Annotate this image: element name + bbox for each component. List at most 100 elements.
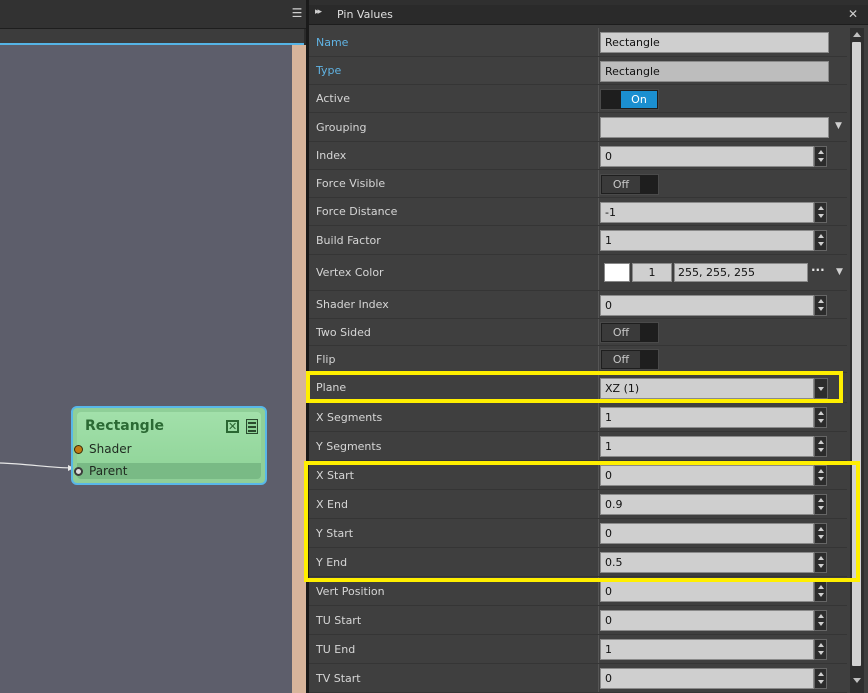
numeric-input[interactable]: 0.5 <box>600 552 814 573</box>
property-label: TU End <box>316 643 356 656</box>
canvas-tab-strip <box>0 29 304 45</box>
chevron-down-icon[interactable]: ▼ <box>835 121 844 131</box>
property-label: Name <box>316 36 349 49</box>
property-label: Vert Position <box>316 585 385 598</box>
property-row: Flip Off <box>309 346 847 373</box>
numeric-input[interactable]: 1 <box>600 639 814 660</box>
column-divider <box>598 577 599 605</box>
scroll-down-icon[interactable] <box>853 678 861 683</box>
property-scrollbar[interactable] <box>850 28 864 693</box>
property-row: Shader Index 0 <box>309 291 847 319</box>
pin-connector-icon[interactable] <box>74 467 83 476</box>
more-icon[interactable]: ··· <box>811 263 825 277</box>
column-divider <box>598 606 599 634</box>
rectangle-node[interactable]: Rectangle ✕ Shader Parent <box>71 406 267 485</box>
spinner-arrows-icon[interactable] <box>814 436 827 457</box>
pin-values-panel: ▸▸ Pin Values ✕ Name Rectangle Type Rectang… <box>309 0 868 693</box>
column-divider <box>598 255 599 290</box>
numeric-input[interactable]: 1 <box>600 436 814 457</box>
property-label: Shader Index <box>316 298 389 311</box>
numeric-input[interactable]: 0 <box>600 668 814 689</box>
column-divider <box>598 490 599 518</box>
property-label: Grouping <box>316 121 367 134</box>
toggle-switch[interactable]: Off <box>600 322 659 343</box>
toggle-switch[interactable]: Off <box>600 349 659 370</box>
property-label: Plane <box>316 381 347 394</box>
property-label: Y End <box>316 556 348 569</box>
property-row: Type Rectangle <box>309 57 847 85</box>
column-divider <box>598 28 599 56</box>
property-row: Force Distance -1 <box>309 198 847 226</box>
chevron-down-icon[interactable]: ▼ <box>836 267 845 277</box>
text-input[interactable]: Rectangle <box>600 32 829 53</box>
alpha-input[interactable]: 1 <box>632 263 672 282</box>
spinner-arrows-icon[interactable] <box>814 668 827 689</box>
collapse-icon[interactable]: ▸▸ <box>315 7 322 17</box>
spinner-arrows-icon[interactable] <box>814 494 827 515</box>
grouping-select[interactable] <box>600 117 829 138</box>
panel-title: Pin Values <box>337 8 393 21</box>
numeric-input[interactable]: 0 <box>600 581 814 602</box>
pin-label: Parent <box>89 464 128 478</box>
scroll-up-icon[interactable] <box>853 32 861 37</box>
property-row: X End 0.9 <box>309 490 847 519</box>
property-row: Active On <box>309 85 847 113</box>
panel-header: ▸▸ Pin Values ✕ <box>309 5 868 25</box>
property-row: TU Start 0 <box>309 606 847 635</box>
pin-label: Shader <box>89 442 132 456</box>
column-divider <box>598 461 599 489</box>
column-divider <box>598 198 599 225</box>
chevron-down-icon[interactable] <box>814 378 828 399</box>
node-pin-shader[interactable]: Shader <box>74 439 261 459</box>
property-label: Type <box>316 64 342 77</box>
rgb-input[interactable]: 255, 255, 255 <box>674 263 808 282</box>
plane-select[interactable]: XZ (1) <box>600 378 814 399</box>
column-divider <box>598 664 599 692</box>
numeric-input[interactable]: 0 <box>600 465 814 486</box>
scroll-thumb[interactable] <box>852 42 861 666</box>
property-label: X Segments <box>316 411 383 424</box>
spinner-arrows-icon[interactable] <box>814 610 827 631</box>
spinner-arrows-icon[interactable] <box>814 639 827 660</box>
spinner-arrows-icon[interactable] <box>814 581 827 602</box>
toggle-state-label: Off <box>602 351 640 368</box>
close-icon[interactable]: ✕ <box>848 7 858 21</box>
property-label: Index <box>316 149 347 162</box>
spinner-arrows-icon[interactable] <box>814 230 827 251</box>
property-label: Active <box>316 92 351 105</box>
spinner-arrows-icon[interactable] <box>814 552 827 573</box>
numeric-input[interactable]: 0 <box>600 295 814 316</box>
spinner-arrows-icon[interactable] <box>814 465 827 486</box>
toggle-switch[interactable]: Off <box>600 174 659 195</box>
node-pin-parent[interactable]: Parent <box>74 463 261 479</box>
column-divider <box>598 142 599 169</box>
column-divider <box>598 57 599 84</box>
property-row: TV Start 0 <box>309 664 847 693</box>
node-canvas[interactable] <box>0 0 292 693</box>
spinner-arrows-icon[interactable] <box>814 407 827 428</box>
spinner-arrows-icon[interactable] <box>814 523 827 544</box>
property-row: Plane XZ (1) <box>309 373 847 403</box>
text-input[interactable]: Rectangle <box>600 61 829 82</box>
numeric-input[interactable]: -1 <box>600 202 814 223</box>
spinner-arrows-icon[interactable] <box>814 146 827 167</box>
property-row: Grouping ▼ <box>309 113 847 142</box>
toggle-switch[interactable]: On <box>600 89 659 110</box>
column-divider <box>598 319 599 345</box>
numeric-input[interactable]: 0 <box>600 523 814 544</box>
property-row: Two Sided Off <box>309 319 847 346</box>
property-label: Y Segments <box>316 440 382 453</box>
numeric-input[interactable]: 0 <box>600 146 814 167</box>
property-label: Force Distance <box>316 205 398 218</box>
color-swatch[interactable] <box>604 263 630 282</box>
numeric-input[interactable]: 1 <box>600 407 814 428</box>
numeric-input[interactable]: 0 <box>600 610 814 631</box>
node-menu-icon[interactable] <box>246 419 258 434</box>
spinner-arrows-icon[interactable] <box>814 295 827 316</box>
spinner-arrows-icon[interactable] <box>814 202 827 223</box>
numeric-input[interactable]: 0.9 <box>600 494 814 515</box>
pin-connector-icon[interactable] <box>74 445 83 454</box>
canvas-menu-icon[interactable]: ☰ <box>291 6 303 20</box>
node-close-icon[interactable]: ✕ <box>226 420 239 433</box>
numeric-input[interactable]: 1 <box>600 230 814 251</box>
